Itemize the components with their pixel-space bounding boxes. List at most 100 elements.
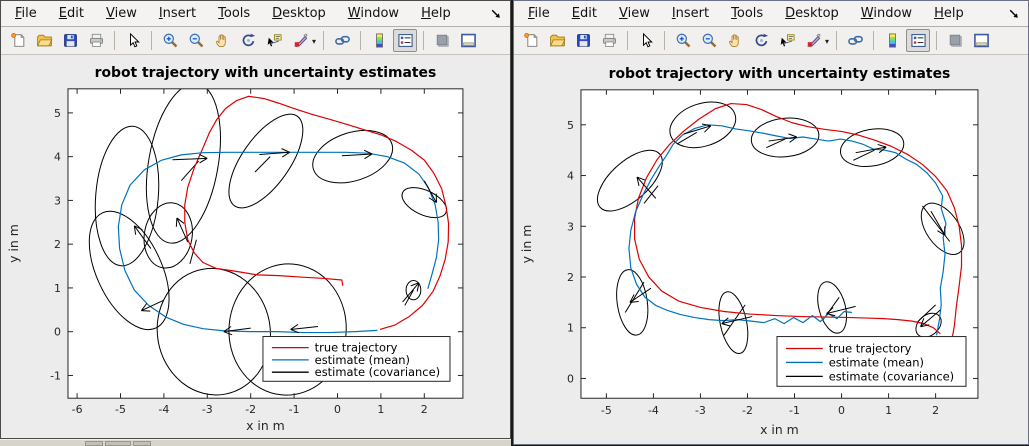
brush-dropdown-caret[interactable]: ▾	[312, 37, 316, 46]
toolbar-separator	[323, 31, 324, 50]
menu-bar: File Edit View Insert Tools Desktop Window Help	[514, 1, 1028, 27]
show-plot-tools-button[interactable]	[456, 29, 480, 52]
menu-view[interactable]: View	[611, 4, 658, 23]
zoom-in-button[interactable]	[158, 29, 182, 52]
menu-tools[interactable]: Tools	[723, 4, 771, 23]
menu-help[interactable]: Help	[926, 4, 972, 23]
insert-colorbar-button[interactable]	[880, 29, 904, 52]
toolbar-separator	[151, 31, 152, 50]
save-figure-button[interactable]	[571, 29, 595, 52]
x-tick-label: -1	[789, 404, 800, 417]
menu-file[interactable]: File	[520, 4, 558, 23]
show-plot-tools-button[interactable]	[969, 29, 993, 52]
plot-title: robot trajectory with uncertainty estima…	[95, 65, 437, 81]
x-tick-label: 1	[377, 403, 384, 416]
print-figure-button[interactable]	[597, 29, 621, 52]
menu-bar: File Edit View Insert Tools Desktop Window Help	[1, 1, 510, 27]
hide-plot-tools-button[interactable]	[430, 29, 454, 52]
figure-window-2: File Edit View Insert Tools Desktop Window Help…	[513, 0, 1029, 445]
menu-view[interactable]: View	[98, 4, 145, 23]
x-tick-label: -4	[648, 404, 659, 417]
zoom-out-icon	[188, 32, 205, 49]
taskbar-peek-item	[105, 441, 131, 446]
pan-button[interactable]	[723, 29, 747, 52]
pointer-button[interactable]	[634, 29, 658, 52]
toolbar: ▾	[514, 27, 1028, 55]
pan-hand-icon	[214, 32, 231, 49]
menu-file[interactable]: File	[7, 4, 45, 23]
menu-window[interactable]: Window	[853, 4, 920, 23]
menu-edit[interactable]: Edit	[564, 4, 605, 23]
trajectory-plot[interactable]: -5-4-3-2-1012012345robot trajectory with…	[514, 55, 1028, 444]
link-plot-button[interactable]	[843, 29, 867, 52]
menu-items: File Edit View Insert Tools Desktop Window Help	[1, 4, 487, 23]
menu-tools[interactable]: Tools	[210, 4, 258, 23]
pan-button[interactable]	[210, 29, 234, 52]
trajectory-plot[interactable]: -6-5-4-3-2-1012-1012345robot trajectory …	[1, 55, 510, 438]
y-axis-label: y in m	[519, 225, 534, 264]
new-figure-button[interactable]	[6, 29, 30, 52]
insert-colorbar-button[interactable]	[367, 29, 391, 52]
x-tick-label: -4	[158, 403, 169, 416]
legend[interactable]: true trajectoryestimate (mean)estimate (…	[263, 337, 450, 382]
print-figure-button[interactable]	[84, 29, 108, 52]
insert-legend-button[interactable]	[906, 29, 930, 52]
toolbar-separator	[360, 31, 361, 50]
x-axis-label: x in m	[760, 422, 799, 437]
menu-edit[interactable]: Edit	[51, 4, 92, 23]
x-tick-label: 0	[838, 404, 845, 417]
menu-window[interactable]: Window	[340, 4, 407, 23]
zoom-out-button[interactable]	[697, 29, 721, 52]
data-cursor-button[interactable]	[262, 29, 286, 52]
brush-data-button[interactable]	[288, 29, 312, 52]
toolbar: ▾	[1, 27, 510, 55]
rotate-3d-button[interactable]	[749, 29, 773, 52]
y-tick-label: 2	[567, 271, 574, 284]
save-icon	[575, 32, 592, 49]
open-file-button[interactable]	[545, 29, 569, 52]
insert-legend-button[interactable]	[393, 29, 417, 52]
x-tick-label: 2	[421, 403, 428, 416]
data-cursor-button[interactable]	[775, 29, 799, 52]
print-icon	[601, 32, 618, 49]
menu-items: File Edit View Insert Tools Desktop Window Help	[514, 4, 1005, 23]
menu-insert[interactable]: Insert	[151, 4, 204, 23]
link-plot-button[interactable]	[330, 29, 354, 52]
figure-canvas[interactable]: -6-5-4-3-2-1012-1012345robot trajectory …	[1, 55, 510, 438]
brush-dropdown-caret[interactable]: ▾	[825, 37, 829, 46]
dock-figure-icon[interactable]	[487, 5, 505, 23]
x-tick-label: 2	[932, 404, 939, 417]
dock-figure-icon[interactable]	[1005, 5, 1023, 23]
y-tick-label: 2	[54, 238, 61, 251]
y-tick-label: 5	[54, 107, 61, 120]
rotate-3d-icon	[753, 32, 770, 49]
menu-insert[interactable]: Insert	[664, 4, 717, 23]
menu-desktop[interactable]: Desktop	[264, 4, 334, 23]
new-document-icon	[523, 32, 540, 49]
taskbar-peek-item	[85, 441, 103, 446]
brush-data-button[interactable]	[801, 29, 825, 52]
y-tick-label: -1	[50, 369, 61, 382]
data-cursor-icon	[266, 32, 283, 49]
x-tick-label: -1	[289, 403, 300, 416]
zoom-out-icon	[701, 32, 718, 49]
x-tick-label: -5	[115, 403, 126, 416]
pointer-button[interactable]	[121, 29, 145, 52]
figure-canvas[interactable]: -5-4-3-2-1012012345robot trajectory with…	[514, 55, 1028, 444]
toolbar-separator	[836, 31, 837, 50]
y-tick-label: 0	[567, 372, 574, 385]
colorbar-icon	[371, 32, 388, 49]
menu-desktop[interactable]: Desktop	[777, 4, 847, 23]
menu-help[interactable]: Help	[413, 4, 459, 23]
hide-plot-tools-button[interactable]	[943, 29, 967, 52]
zoom-in-button[interactable]	[671, 29, 695, 52]
legend[interactable]: true trajectoryestimate (mean)estimate (…	[777, 337, 966, 387]
zoom-in-icon	[162, 32, 179, 49]
new-figure-button[interactable]	[519, 29, 543, 52]
save-figure-button[interactable]	[58, 29, 82, 52]
y-axis-label: y in m	[6, 224, 21, 263]
zoom-out-button[interactable]	[184, 29, 208, 52]
legend-icon	[910, 32, 927, 49]
open-file-button[interactable]	[32, 29, 56, 52]
rotate-3d-button[interactable]	[236, 29, 260, 52]
